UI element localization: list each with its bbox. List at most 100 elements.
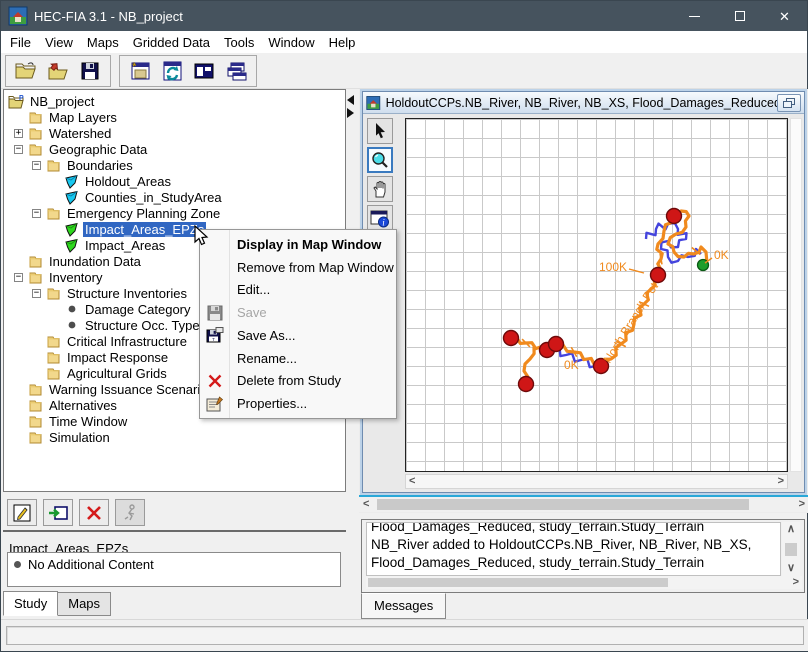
tree-item-label[interactable]: Geographic Data: [47, 142, 149, 157]
messages-vertical-scrollbar[interactable]: ∧ ∨: [782, 522, 800, 576]
tree-item-label[interactable]: Structure Occ. Types: [83, 318, 208, 333]
tree-item-counties-in-studyarea[interactable]: Counties_in_StudyArea: [4, 189, 345, 205]
tab-study[interactable]: Study: [3, 591, 58, 616]
tree-item-label[interactable]: NB_project: [28, 94, 96, 109]
menu-help[interactable]: Help: [322, 33, 363, 52]
menu-item-remove-from-map-window[interactable]: Remove from Map Window: [200, 256, 396, 279]
pointer-tool-button[interactable]: [367, 118, 393, 144]
menu-item-properties[interactable]: Properties...: [200, 392, 396, 415]
menu-item-display-in-map-window[interactable]: Display in Map Window: [200, 233, 396, 256]
common-computation-point[interactable]: [504, 331, 519, 346]
tree-item-boundaries[interactable]: − Boundaries: [4, 157, 345, 173]
save-study-button[interactable]: [77, 59, 103, 83]
close-button[interactable]: ✕: [762, 1, 807, 31]
tab-maps[interactable]: Maps: [57, 592, 111, 616]
menu-item-rename[interactable]: Rename...: [200, 347, 396, 370]
tree-item-nb-project[interactable]: PNB_project: [4, 93, 345, 109]
messages-horizontal-scrollbar[interactable]: >: [366, 576, 802, 589]
map-window-titlebar[interactable]: HoldoutCCPs.NB_River, NB_River, NB_XS, F…: [363, 92, 804, 114]
map-maximize-button[interactable]: [777, 94, 801, 112]
tree-item-label[interactable]: Critical Infrastructure: [65, 334, 189, 349]
scrollbar-thumb[interactable]: [377, 499, 749, 510]
menu-tools[interactable]: Tools: [217, 33, 261, 52]
map-canvas[interactable]: 100K0K0KNorth Branch Pot: [405, 118, 788, 472]
scrollbar-thumb[interactable]: [785, 543, 797, 556]
tree-item-label[interactable]: Time Window: [47, 414, 129, 429]
common-computation-point[interactable]: [519, 377, 534, 392]
tree-item-label[interactable]: Impact_Areas: [83, 238, 167, 253]
refresh-map-button[interactable]: [159, 59, 185, 83]
maximize-button[interactable]: [717, 1, 762, 31]
menu-item-save-as[interactable]: TSave As...: [200, 324, 396, 347]
scroll-down-icon[interactable]: ∨: [787, 563, 795, 574]
desktop-horizontal-scrollbar[interactable]: < >: [359, 495, 808, 512]
pan-tool-button[interactable]: [367, 176, 393, 202]
menu-item-delete-from-study[interactable]: Delete from Study: [200, 370, 396, 393]
splitter-handle[interactable]: [347, 95, 357, 118]
import-study-button[interactable]: [45, 59, 71, 83]
folder-icon: [45, 350, 62, 365]
messages-log[interactable]: Flood_Damages_Reduced, study_terrain.Stu…: [366, 522, 781, 576]
tree-item-label[interactable]: Counties_in_StudyArea: [83, 190, 224, 205]
common-computation-point[interactable]: [549, 337, 564, 352]
collapse-icon[interactable]: −: [32, 161, 41, 170]
tree-item-label[interactable]: Simulation: [47, 430, 112, 445]
minimize-button[interactable]: [672, 1, 717, 31]
new-map-window-button[interactable]: [127, 59, 153, 83]
scroll-left-icon[interactable]: <: [409, 476, 415, 487]
tree-item-label[interactable]: Impact Response: [65, 350, 170, 365]
import-item-button[interactable]: [43, 499, 73, 526]
tree-item-simulation[interactable]: Simulation: [4, 429, 345, 445]
collapse-icon[interactable]: −: [14, 145, 23, 154]
tree-item-map-layers[interactable]: Map Layers: [4, 109, 345, 125]
tree-item-label[interactable]: Boundaries: [65, 158, 135, 173]
tree-item-label[interactable]: Damage Category: [83, 302, 193, 317]
tree-item-label[interactable]: Holdout_Areas: [83, 174, 173, 189]
collapse-icon[interactable]: −: [14, 273, 23, 282]
scrollbar-thumb[interactable]: [368, 578, 668, 587]
menu-view[interactable]: View: [38, 33, 80, 52]
tree-item-label[interactable]: Alternatives: [47, 398, 119, 413]
tree-item-holdout-areas[interactable]: Holdout_Areas: [4, 173, 345, 189]
scroll-right-icon[interactable]: >: [778, 476, 784, 487]
save-icon: [200, 305, 229, 321]
tree-item-label[interactable]: Impact_Areas_EPZs: [83, 222, 206, 237]
menu-maps[interactable]: Maps: [80, 33, 126, 52]
tree-item-emergency-planning-zone[interactable]: − Emergency Planning Zone: [4, 205, 345, 221]
tree-item-watershed[interactable]: + Watershed: [4, 125, 345, 141]
zoom-tool-button[interactable]: [367, 147, 393, 173]
collapse-icon[interactable]: −: [32, 289, 41, 298]
map-desktop: HoldoutCCPs.NB_River, NB_River, NB_XS, F…: [359, 89, 808, 513]
tab-messages[interactable]: Messages: [361, 593, 446, 619]
open-study-button[interactable]: [13, 59, 39, 83]
menu-item-edit[interactable]: Edit...: [200, 279, 396, 302]
cascade-windows-button[interactable]: [223, 59, 249, 83]
common-computation-point[interactable]: [667, 209, 682, 224]
tree-item-label[interactable]: Warning Issuance Scenarios: [47, 382, 216, 397]
tree-item-geographic-data[interactable]: − Geographic Data: [4, 141, 345, 157]
compute-item-button[interactable]: [115, 499, 145, 526]
delete-item-button[interactable]: [79, 499, 109, 526]
edit-item-button[interactable]: [7, 499, 37, 526]
menu-file[interactable]: File: [3, 33, 38, 52]
tile-windows-button[interactable]: [191, 59, 217, 83]
tree-item-label[interactable]: Watershed: [47, 126, 113, 141]
tree-item-label[interactable]: Structure Inventories: [65, 286, 189, 301]
scroll-left-icon[interactable]: <: [359, 499, 373, 510]
map-horizontal-scrollbar[interactable]: < >: [405, 474, 788, 489]
tree-item-label[interactable]: Emergency Planning Zone: [65, 206, 222, 221]
scroll-right-icon[interactable]: >: [795, 499, 808, 510]
tree-item-label[interactable]: Inventory: [47, 270, 104, 285]
menu-window[interactable]: Window: [261, 33, 321, 52]
collapse-icon[interactable]: −: [32, 209, 41, 218]
menu-gridded-data[interactable]: Gridded Data: [126, 33, 217, 52]
expand-icon[interactable]: +: [14, 129, 23, 138]
scroll-up-icon[interactable]: ∧: [787, 524, 795, 535]
tree-item-label[interactable]: Agricultural Grids: [65, 366, 169, 381]
scroll-right-icon[interactable]: >: [793, 577, 802, 588]
tree-item-label[interactable]: Inundation Data: [47, 254, 143, 269]
common-computation-point[interactable]: [651, 268, 666, 283]
info-tool-button[interactable]: i: [367, 205, 393, 231]
map-vertical-scrollbar[interactable]: [790, 118, 802, 472]
tree-item-label[interactable]: Map Layers: [47, 110, 119, 125]
